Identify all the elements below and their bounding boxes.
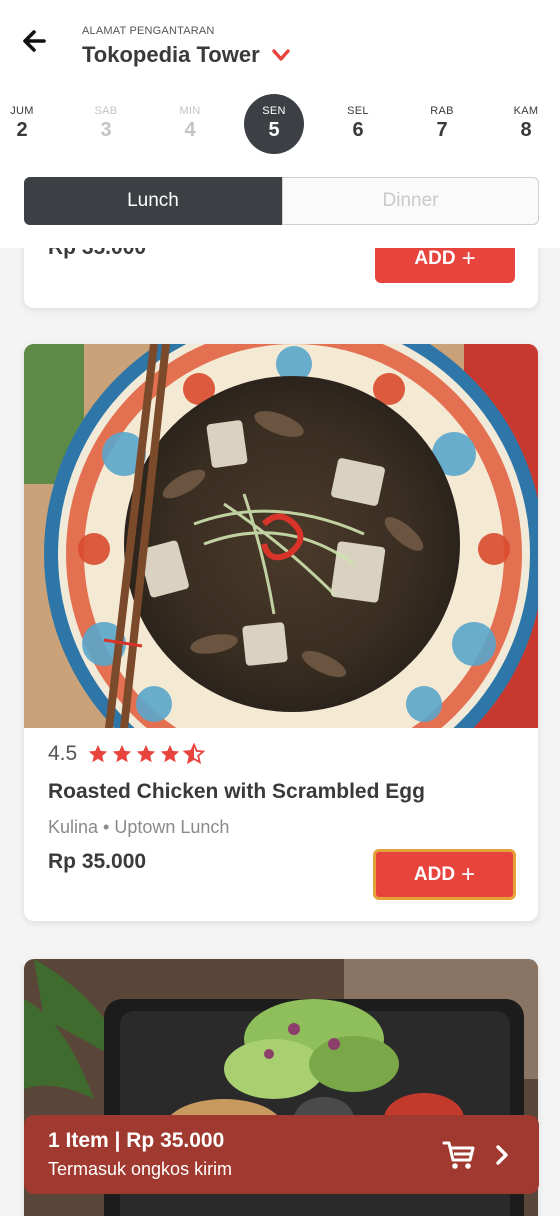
rating-value: 4.5 <box>48 742 78 765</box>
cart-summary-bar[interactable]: 1 Item | Rp 35.000 Termasuk ongkos kirim <box>24 1115 539 1194</box>
cart-note: Termasuk ongkos kirim <box>48 1159 233 1179</box>
day-rab[interactable]: RAB 7 <box>412 94 472 154</box>
star-icon <box>113 744 132 763</box>
tab-lunch[interactable]: Lunch <box>24 177 282 225</box>
day-sel[interactable]: SEL 6 <box>328 94 388 154</box>
address-label: ALAMAT PENGANTARAN <box>82 25 215 37</box>
day-name: KAM <box>513 105 539 117</box>
add-button[interactable]: ADD + <box>373 849 516 900</box>
tab-dinner[interactable]: Dinner <box>282 177 539 225</box>
day-name: RAB <box>430 105 454 117</box>
star-icon <box>89 744 108 763</box>
day-date: 2 <box>16 119 28 141</box>
day-date: 3 <box>100 119 112 141</box>
app-header: ALAMAT PENGANTARAN Tokopedia Tower JUM 2… <box>0 0 560 248</box>
meal-toggle: Lunch Dinner <box>24 177 539 225</box>
star-icon <box>137 744 156 763</box>
add-label: ADD <box>414 248 456 269</box>
plus-icon: + <box>461 245 476 272</box>
back-arrow-icon[interactable] <box>18 26 52 56</box>
cart-total: 1 Item | Rp 35.000 <box>48 1129 225 1152</box>
chevron-right-icon <box>496 1145 508 1165</box>
day-jum[interactable]: JUM 2 <box>0 94 52 154</box>
day-name: SAB <box>94 105 118 117</box>
rating-stars <box>87 743 207 765</box>
day-name: SEL <box>347 105 369 117</box>
star-icon <box>161 744 180 763</box>
day-date: 5 <box>268 119 280 141</box>
day-name: MIN <box>179 105 201 117</box>
vendor-name: Kulina • Uptown Lunch <box>48 817 230 837</box>
day-kam[interactable]: KAM 8 <box>496 94 556 154</box>
day-min[interactable]: MIN 4 <box>160 94 220 154</box>
price: Rp 35.000 <box>48 850 147 873</box>
dish-name: Roasted Chicken with Scrambled Egg <box>48 780 425 803</box>
rating: 4.5 <box>48 742 207 766</box>
day-date: 7 <box>436 119 448 141</box>
chevron-down-icon <box>271 49 290 61</box>
day-name: SEN <box>262 105 286 117</box>
address-selector[interactable]: Tokopedia Tower <box>82 42 290 68</box>
day-date: 4 <box>184 119 196 141</box>
day-name: JUM <box>10 105 34 117</box>
star-half-icon <box>183 743 206 765</box>
address-value: Tokopedia Tower <box>82 42 260 67</box>
plus-icon: + <box>461 860 476 888</box>
date-selector: JUM 2 SAB 3 MIN 4 SEN 5 SEL 6 RAB 7 KAM … <box>0 94 560 154</box>
food-image[interactable] <box>24 344 538 728</box>
day-sen[interactable]: SEN 5 <box>244 94 304 154</box>
day-date: 6 <box>352 119 364 141</box>
shopping-cart-icon <box>442 1141 475 1169</box>
add-label: ADD <box>413 863 456 885</box>
day-date: 8 <box>520 119 532 141</box>
day-sab[interactable]: SAB 3 <box>76 94 136 154</box>
menu-card: 4.5 Roasted Chicken with Scrambled Egg K… <box>24 344 538 921</box>
